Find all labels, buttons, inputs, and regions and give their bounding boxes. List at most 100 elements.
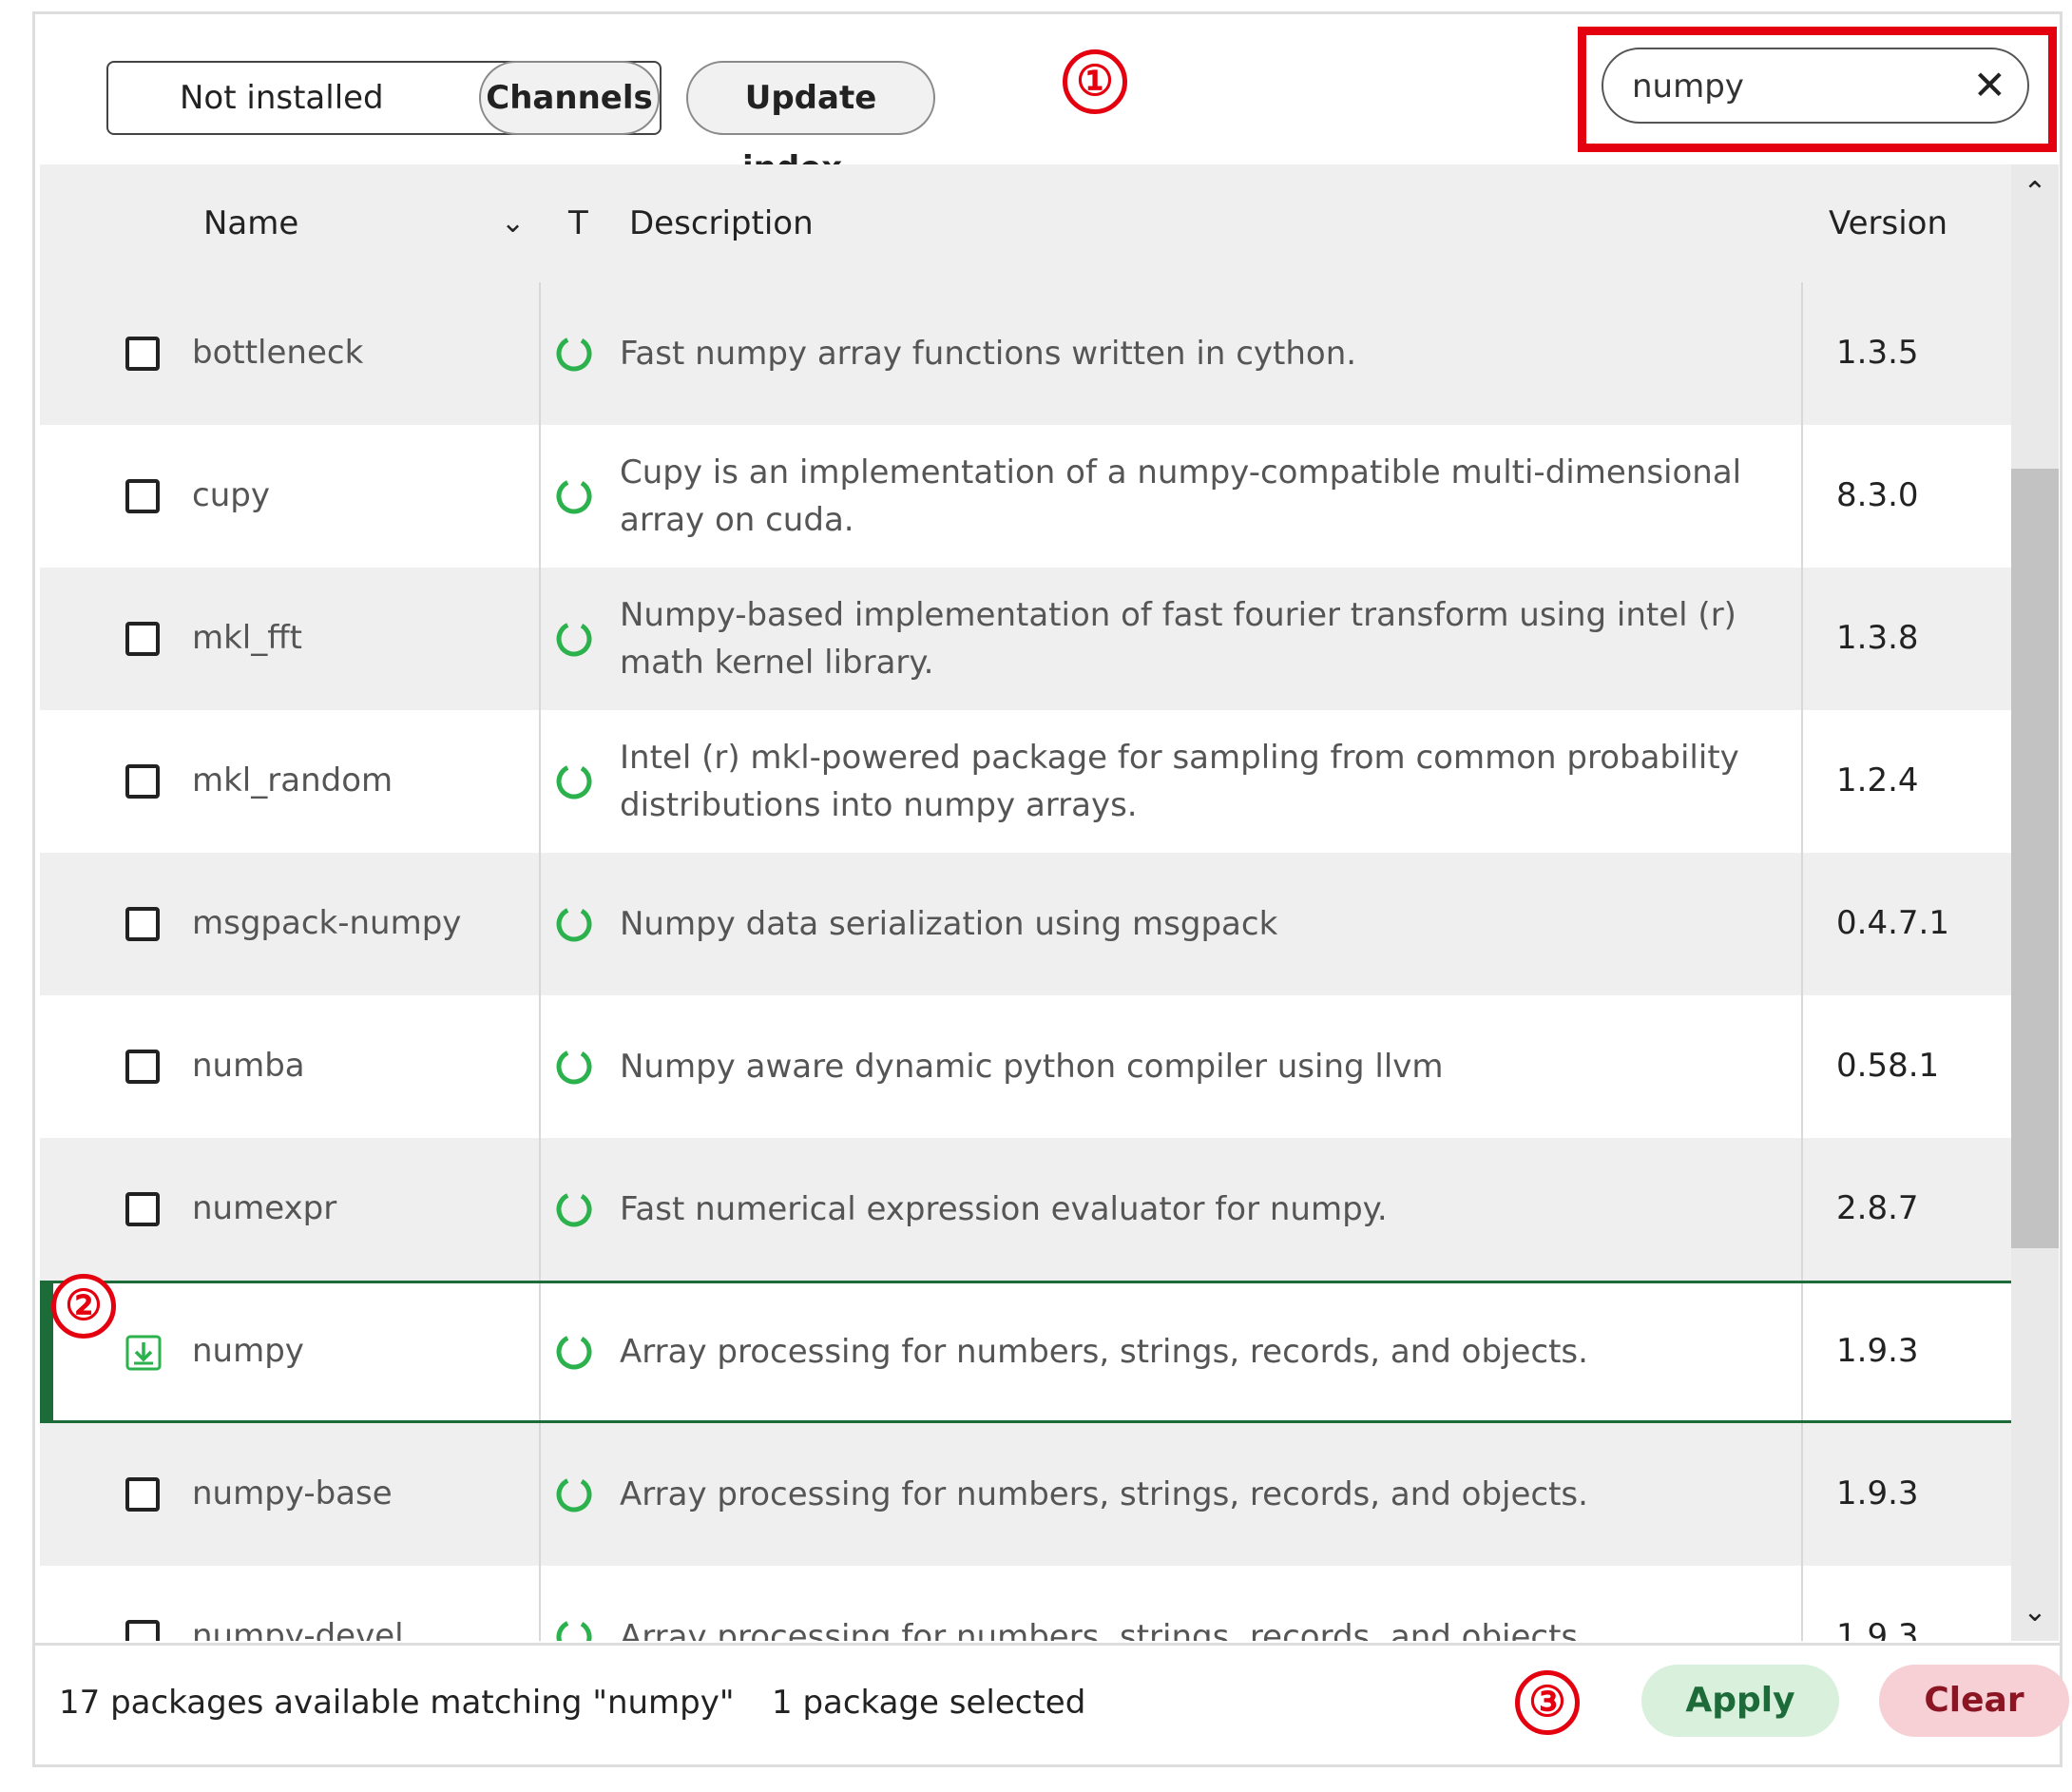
- package-name: mkl_random: [192, 761, 393, 800]
- package-version: 1.9.3: [1836, 1474, 1919, 1513]
- table-row[interactable]: numpy-devel Array processing for numbers…: [40, 1566, 2011, 1641]
- status-ring-icon: [556, 1619, 592, 1641]
- column-divider: [1801, 1566, 1803, 1641]
- package-version: 0.58.1: [1836, 1047, 1940, 1085]
- column-header-name[interactable]: Name: [203, 164, 298, 282]
- column-divider: [539, 1566, 541, 1641]
- column-divider: [539, 710, 541, 853]
- filter-value: Not installed: [180, 79, 384, 117]
- status-ring-icon: [556, 763, 592, 800]
- column-divider: [539, 853, 541, 995]
- column-divider: [1801, 568, 1803, 710]
- status-ring-icon: [556, 906, 592, 942]
- column-divider: [1801, 282, 1803, 425]
- package-description: Array processing for numbers, strings, r…: [620, 1618, 1588, 1641]
- clear-button[interactable]: Clear: [1879, 1665, 2069, 1737]
- packages-table: Name ⌄ T Description Version bottleneck …: [40, 164, 2011, 1641]
- update-index-button[interactable]: Update index...: [686, 61, 935, 187]
- package-checkbox[interactable]: [125, 1620, 160, 1641]
- status-ring-icon: [556, 1476, 592, 1513]
- package-version: 1.9.3: [1836, 1332, 1919, 1370]
- package-version: 2.8.7: [1836, 1189, 1919, 1227]
- column-header-description[interactable]: Description: [629, 164, 814, 282]
- package-name: numpy-base: [192, 1474, 393, 1513]
- apply-button[interactable]: Apply: [1641, 1665, 1839, 1737]
- channels-button[interactable]: Channels: [479, 61, 660, 135]
- column-divider: [1801, 1423, 1803, 1566]
- status-ring-icon: [556, 336, 592, 372]
- package-version: 1.3.5: [1836, 334, 1919, 372]
- column-divider: [1801, 1138, 1803, 1281]
- search-highlight-box: [1578, 27, 2057, 152]
- package-version: 1.3.8: [1836, 619, 1919, 657]
- table-row[interactable]: msgpack-numpy Numpy data serialization u…: [40, 853, 2011, 995]
- package-version: 8.3.0: [1836, 476, 1919, 514]
- package-description: Cupy is an implementation of a numpy-com…: [620, 453, 1742, 539]
- status-ring-icon: [556, 1049, 592, 1085]
- annotation-badge-1: ①: [1063, 49, 1127, 114]
- package-description: Fast numerical expression evaluator for …: [620, 1190, 1388, 1228]
- status-ring-icon: [556, 478, 592, 514]
- column-divider: [1801, 995, 1803, 1138]
- package-name: numpy-devel: [192, 1617, 404, 1641]
- package-description: Numpy aware dynamic python compiler usin…: [620, 1048, 1444, 1086]
- scrollbar-thumb[interactable]: [2011, 469, 2059, 1248]
- package-description: Intel (r) mkl-powered package for sampli…: [620, 739, 1739, 824]
- scroll-down-icon[interactable]: ⌄: [2011, 1584, 2059, 1641]
- package-name: mkl_fft: [192, 619, 303, 657]
- available-count-text: 17 packages available matching "numpy": [59, 1684, 735, 1722]
- package-version: 1.9.3: [1836, 1617, 1919, 1641]
- table-header: Name ⌄ T Description Version: [40, 164, 2011, 282]
- package-description: Fast numpy array functions written in cy…: [620, 335, 1357, 373]
- package-name: numexpr: [192, 1189, 337, 1227]
- package-name: bottleneck: [192, 334, 364, 372]
- status-bar: 17 packages available matching "numpy" 1…: [32, 1643, 2069, 1767]
- table-row[interactable]: mkl_fft Numpy-based implementation of fa…: [40, 568, 2011, 710]
- column-divider: [539, 282, 541, 425]
- status-ring-icon: [556, 621, 592, 657]
- package-name: numpy: [192, 1332, 304, 1370]
- table-row[interactable]: numba Numpy aware dynamic python compile…: [40, 995, 2011, 1138]
- column-divider: [1801, 1283, 1803, 1420]
- package-version: 1.2.4: [1836, 761, 1919, 800]
- column-divider: [539, 995, 541, 1138]
- vertical-scrollbar[interactable]: ⌃ ⌄: [2011, 164, 2059, 1641]
- install-marked-checkbox-icon[interactable]: [125, 1335, 162, 1371]
- status-ring-icon: [556, 1334, 592, 1370]
- column-divider: [1801, 425, 1803, 568]
- table-row[interactable]: numexpr Fast numerical expression evalua…: [40, 1138, 2011, 1281]
- sort-chevron-icon[interactable]: ⌄: [501, 164, 525, 282]
- status-ring-icon: [556, 1191, 592, 1227]
- table-row[interactable]: mkl_random Intel (r) mkl-powered package…: [40, 710, 2011, 853]
- column-divider: [539, 1283, 541, 1420]
- package-name: cupy: [192, 476, 270, 514]
- column-header-type[interactable]: T: [568, 164, 588, 282]
- column-header-version[interactable]: Version: [1829, 164, 1947, 282]
- package-checkbox[interactable]: [125, 764, 160, 799]
- package-description: Numpy-based implementation of fast fouri…: [620, 596, 1736, 682]
- package-description: Array processing for numbers, strings, r…: [620, 1475, 1588, 1513]
- table-row[interactable]: bottleneck Fast numpy array functions wr…: [40, 282, 2011, 425]
- package-checkbox[interactable]: [125, 1477, 160, 1512]
- column-divider: [1801, 710, 1803, 853]
- column-divider: [539, 1423, 541, 1566]
- package-checkbox[interactable]: [125, 479, 160, 513]
- selected-count-text: 1 package selected: [772, 1684, 1086, 1722]
- column-divider: [539, 568, 541, 710]
- annotation-badge-2: ②: [51, 1274, 116, 1339]
- scroll-up-icon[interactable]: ⌃: [2011, 164, 2059, 222]
- package-checkbox[interactable]: [125, 907, 160, 941]
- package-checkbox[interactable]: [125, 622, 160, 656]
- package-version: 0.4.7.1: [1836, 904, 1949, 942]
- table-row-selected[interactable]: numpy Array processing for numbers, stri…: [40, 1281, 2011, 1423]
- package-checkbox[interactable]: [125, 1192, 160, 1226]
- table-row[interactable]: cupy Cupy is an implementation of a nump…: [40, 425, 2011, 568]
- column-divider: [539, 425, 541, 568]
- table-row[interactable]: numpy-base Array processing for numbers,…: [40, 1423, 2011, 1566]
- package-checkbox[interactable]: [125, 1050, 160, 1084]
- annotation-badge-3: ③: [1515, 1670, 1580, 1735]
- package-checkbox[interactable]: [125, 337, 160, 371]
- package-description: Numpy data serialization using msgpack: [620, 905, 1278, 943]
- package-name: msgpack-numpy: [192, 904, 462, 942]
- column-divider: [539, 1138, 541, 1281]
